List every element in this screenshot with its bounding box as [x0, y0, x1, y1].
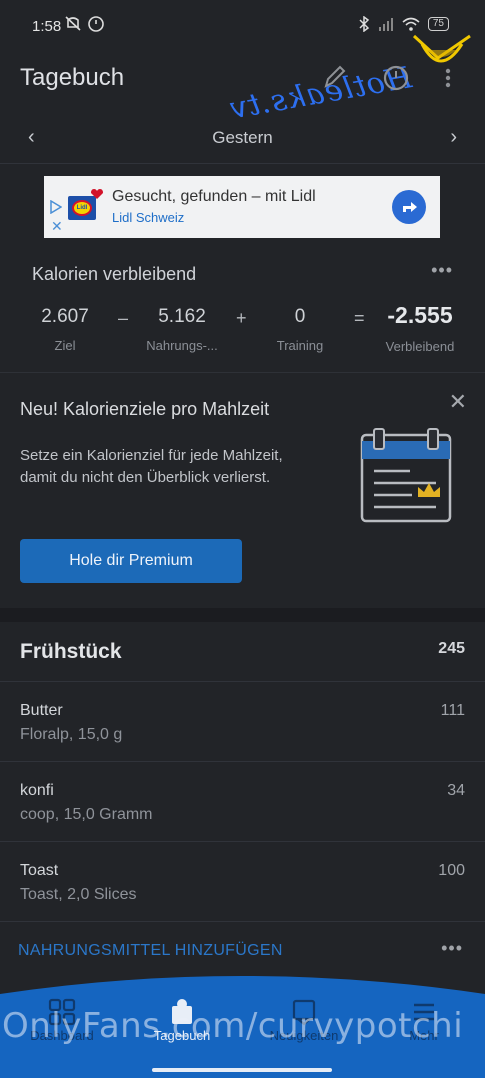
- promo-text: Setze ein Kalorienziel für jede Mahlzeit…: [20, 447, 283, 486]
- close-icon[interactable]: ✕: [449, 389, 467, 415]
- food-value: 5.162: [158, 306, 206, 327]
- goal-column[interactable]: 2.607 Ziel: [30, 306, 100, 353]
- ad-choices-icon[interactable]: [50, 200, 62, 214]
- home-indicator[interactable]: [152, 1068, 332, 1072]
- exercise-label: Training: [276, 338, 324, 353]
- food-label: Nahrungs-...: [146, 338, 218, 353]
- timer-icon[interactable]: [382, 64, 410, 92]
- food-item-row[interactable]: Toast Toast, 2,0 Slices 100: [0, 842, 485, 922]
- remaining-column[interactable]: -2.555 Verbleibend: [372, 302, 468, 354]
- food-name: Butter: [20, 702, 63, 719]
- ad-close-icon[interactable]: ✕: [51, 218, 63, 235]
- edit-icon[interactable]: [322, 64, 346, 90]
- food-name: Toast: [20, 862, 59, 879]
- watermark-bottom: OnlyFans.com/curvypotchi: [2, 1006, 464, 1046]
- heart-icon: [91, 189, 103, 199]
- ad-subtitle: Lidl Schweiz: [112, 210, 185, 225]
- minus-operator: –: [118, 308, 129, 328]
- status-time: 1:58: [32, 18, 62, 35]
- directions-icon: [403, 202, 417, 212]
- calories-title: Kalorien verbleibend: [32, 264, 197, 284]
- food-item-row[interactable]: konfi coop, 15,0 Gramm 34: [0, 762, 485, 842]
- signal-icon: [378, 18, 393, 31]
- food-item-row[interactable]: Butter Floralp, 15,0 g 111: [0, 682, 485, 762]
- date-label[interactable]: Gestern: [0, 128, 485, 148]
- remaining-value: -2.555: [387, 302, 453, 328]
- page-title: Tagebuch: [20, 64, 125, 91]
- meal-header[interactable]: Frühstück 245: [0, 622, 485, 682]
- ad-title: Gesucht, gefunden – mit Lidl: [112, 188, 316, 205]
- bluetooth-icon: [359, 16, 370, 32]
- meal-name: Frühstück: [20, 640, 122, 663]
- more-horizontal-icon[interactable]: •••: [441, 938, 463, 959]
- calendar-crown-icon: [360, 428, 452, 523]
- watermark-logo: [412, 34, 471, 63]
- plus-operator: +: [236, 308, 247, 328]
- app-bar: Tagebuch Hotleaks.tv: [0, 34, 485, 127]
- exercise-value: 0: [294, 306, 306, 327]
- premium-promo-card: Neu! Kalorienziele pro Mahlzeit ✕ Setze …: [0, 372, 485, 608]
- calories-remaining-card: Kalorien verbleibend ••• 2.607 Ziel – 5.…: [0, 252, 485, 370]
- goal-label: Ziel: [54, 338, 76, 353]
- more-horizontal-icon[interactable]: •••: [431, 260, 453, 281]
- food-calories: 111: [440, 702, 465, 719]
- section-divider: [0, 608, 485, 622]
- ad-banner[interactable]: ✕ Lidl Gesucht, gefunden – mit Lidl Lidl…: [44, 176, 440, 238]
- goal-value: 2.607: [41, 306, 89, 327]
- remaining-label: Verbleibend: [385, 339, 455, 354]
- meal-section-breakfast: Frühstück 245 Butter Floralp, 15,0 g 111…: [0, 622, 485, 980]
- meal-total-calories: 245: [438, 640, 465, 657]
- chevron-right-icon[interactable]: ›: [450, 126, 457, 149]
- food-description: Floralp, 15,0 g: [20, 726, 123, 743]
- food-calories: 100: [438, 862, 465, 879]
- food-column[interactable]: 5.162 Nahrungs-...: [134, 306, 230, 353]
- food-calories: 34: [447, 782, 465, 799]
- date-navigator: ‹ Gestern ›: [0, 112, 485, 164]
- equals-operator: =: [354, 308, 365, 328]
- get-premium-button[interactable]: Hole dir Premium: [20, 539, 242, 583]
- food-name: konfi: [20, 782, 54, 799]
- food-description: Toast, 2,0 Slices: [20, 886, 137, 903]
- ad-directions-button[interactable]: [392, 190, 426, 224]
- food-description: coop, 15,0 Gramm: [20, 806, 153, 823]
- exercise-column[interactable]: 0 Training: [262, 306, 338, 353]
- add-food-button[interactable]: NAHRUNGSMITTEL HINZUFÜGEN: [18, 942, 283, 960]
- notification-icons: [65, 16, 104, 32]
- promo-title: Neu! Kalorienziele pro Mahlzeit: [20, 399, 270, 419]
